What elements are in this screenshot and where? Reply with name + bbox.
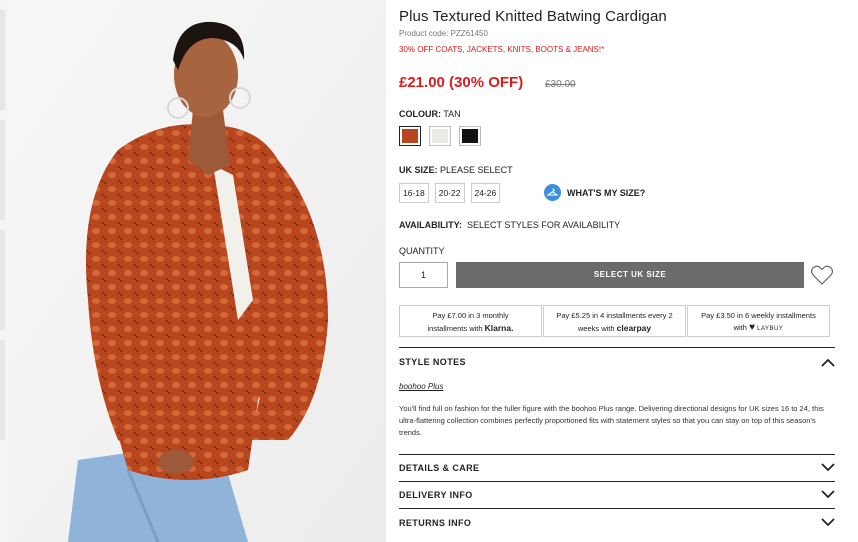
thumbnail-2[interactable] <box>0 120 5 220</box>
select-size-button[interactable]: SELECT UK SIZE <box>456 262 804 288</box>
clearpay-line1: Pay £5.25 in 4 installments every 2 <box>556 311 673 320</box>
klarna-line1: Pay £7.00 in 3 monthly <box>432 311 509 320</box>
size-label: UK SIZE: PLEASE SELECT <box>399 165 513 175</box>
chevron-down-icon[interactable] <box>821 490 835 499</box>
returns-info-section[interactable]: RETURNS INFO <box>399 508 835 538</box>
thumbnail-strip <box>0 0 8 542</box>
laybuy-logo: LAYBUY <box>757 326 784 332</box>
sale-price: £21.00 (30% OFF) <box>399 74 524 91</box>
swatch-tan[interactable] <box>399 126 421 146</box>
size-label-key: UK SIZE: <box>399 165 438 175</box>
size-option-24-26[interactable]: 24-26 <box>470 183 501 203</box>
swatch-cream[interactable] <box>429 126 451 146</box>
laybuy-line2: with <box>733 323 747 332</box>
product-image[interactable] <box>8 0 386 542</box>
laybuy-line1: Pay £3.50 in 6 weekly installments <box>701 311 816 320</box>
quantity-label: QUANTITY <box>399 246 445 256</box>
clearpay-line2: weeks with <box>577 324 615 333</box>
colour-label-key: COLOUR: <box>399 109 441 119</box>
availability-label: AVAILABILITY: <box>399 220 462 230</box>
klarna-installments[interactable]: Pay £7.00 in 3 monthly installments with… <box>399 305 542 337</box>
original-price: £30.00 <box>545 79 576 90</box>
chevron-down-icon[interactable] <box>821 518 835 527</box>
returns-info-heading[interactable]: RETURNS INFO <box>399 518 471 528</box>
laybuy-heart-icon: ♥ <box>749 322 756 333</box>
product-code: Product code: PZZ61450 <box>399 29 488 38</box>
size-option-20-22[interactable]: 20-22 <box>434 183 465 203</box>
promo-banner[interactable]: 30% OFF COATS, JACKETS, KNITS, BOOTS & J… <box>399 45 604 54</box>
style-notes-text: You'll find full on fashion for the full… <box>399 404 824 437</box>
laybuy-installments[interactable]: Pay £3.50 in 6 weekly installments with … <box>687 305 830 337</box>
chevron-up-icon[interactable] <box>821 358 835 367</box>
colour-label: COLOUR: TAN <box>399 109 461 119</box>
colour-value: TAN <box>443 109 461 119</box>
size-option-16-18[interactable]: 16-18 <box>399 183 429 203</box>
clearpay-logo: clearpay <box>616 323 652 333</box>
style-notes-heading[interactable]: STYLE NOTES <box>399 357 466 367</box>
whats-my-size-label: WHAT'S MY SIZE? <box>567 187 646 198</box>
product-title: Plus Textured Knitted Batwing Cardigan <box>399 8 667 25</box>
colour-swatches <box>399 126 481 146</box>
size-options: 16-18 20-22 24-26 <box>399 183 501 203</box>
quantity-input[interactable]: 1 <box>399 262 448 288</box>
clearpay-installments[interactable]: Pay £5.25 in 4 installments every 2 week… <box>543 305 686 337</box>
style-notes-brand-link[interactable]: boohoo Plus <box>399 382 443 391</box>
delivery-info-section[interactable]: DELIVERY INFO <box>399 481 835 508</box>
chevron-down-icon[interactable] <box>821 463 835 472</box>
klarna-logo: Klarna. <box>484 323 514 333</box>
swatch-black[interactable] <box>459 126 481 146</box>
availability: AVAILABILITY: SELECT STYLES FOR AVAILABI… <box>399 220 620 230</box>
thumbnail-4[interactable] <box>0 340 5 440</box>
availability-value: SELECT STYLES FOR AVAILABILITY <box>467 220 621 230</box>
details-care-heading[interactable]: DETAILS & CARE <box>399 463 479 473</box>
details-care-section[interactable]: DETAILS & CARE <box>399 454 835 481</box>
klarna-line2: installments with <box>427 324 483 333</box>
size-value: PLEASE SELECT <box>440 165 513 175</box>
whats-my-size-link[interactable]: WHAT'S MY SIZE? <box>544 184 645 201</box>
thumbnail-3[interactable] <box>0 230 5 330</box>
thumbnail-1[interactable] <box>0 10 5 110</box>
model-photo <box>8 0 386 542</box>
hanger-icon <box>544 184 561 201</box>
delivery-info-heading[interactable]: DELIVERY INFO <box>399 490 473 500</box>
wishlist-heart-icon[interactable] <box>810 264 834 286</box>
